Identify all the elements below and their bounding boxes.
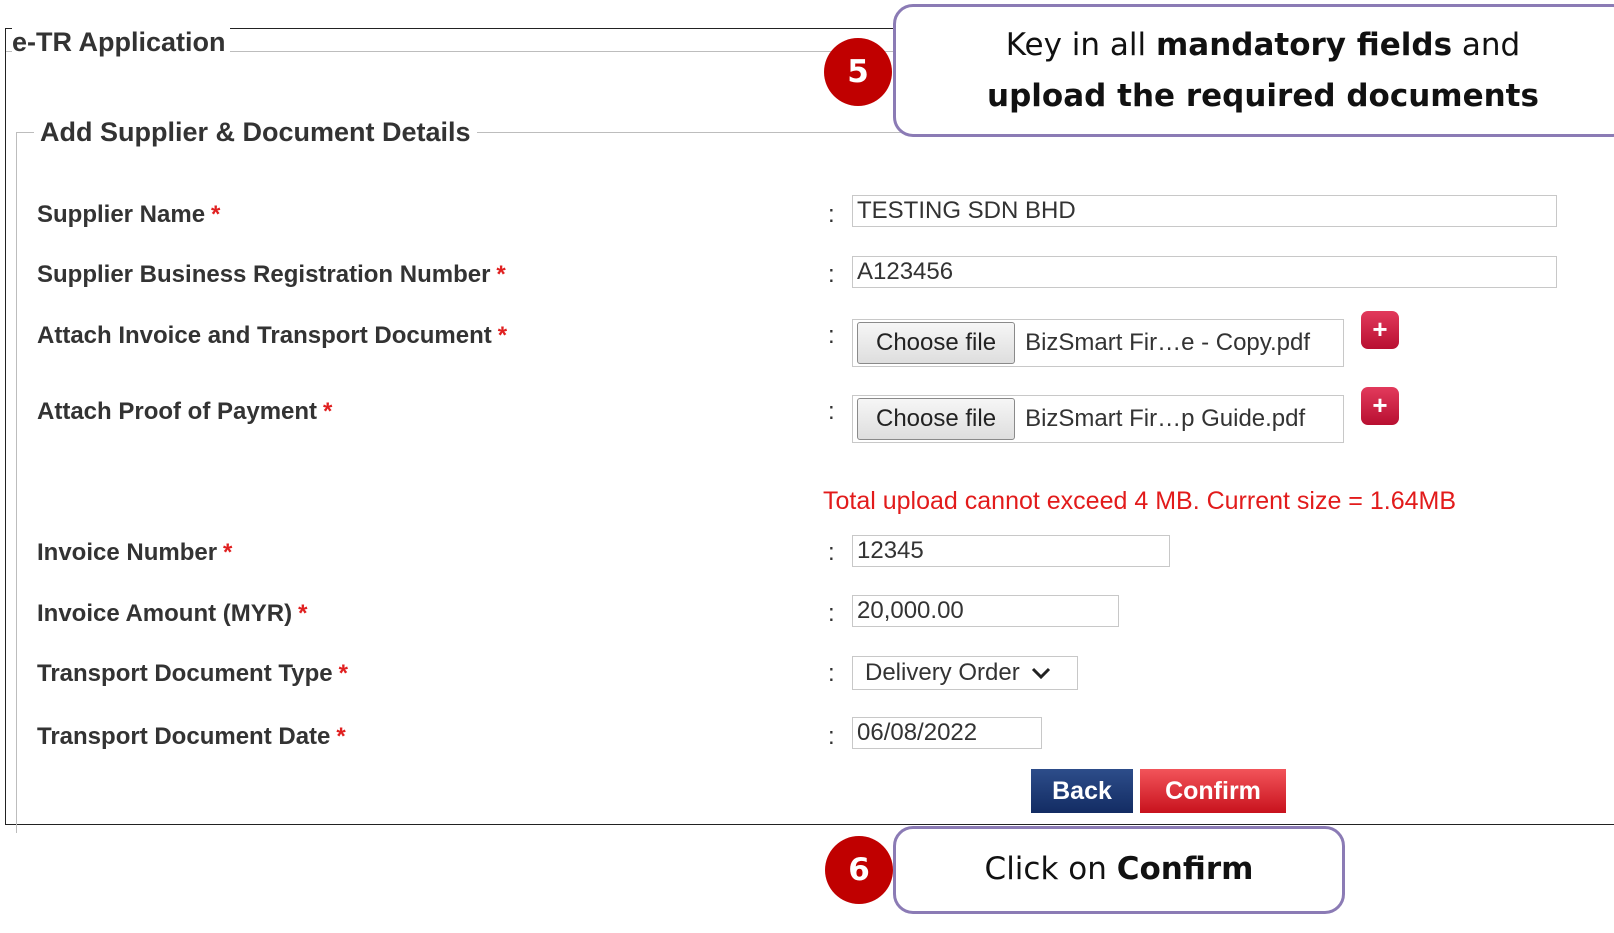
- invoice-amount-label: Invoice Amount (MYR) *: [37, 600, 308, 627]
- supplier-brn-label: Supplier Business Registration Number *: [37, 261, 506, 288]
- required-mark: *: [497, 322, 508, 349]
- required-mark: *: [496, 261, 506, 288]
- required-mark: *: [323, 398, 333, 425]
- separator: :: [828, 723, 835, 750]
- confirm-button[interactable]: Confirm: [1140, 769, 1286, 813]
- supplier-brn-input[interactable]: [852, 256, 1557, 288]
- invoice-amount-input[interactable]: [852, 595, 1119, 627]
- payment-proof-file-input[interactable]: Choose file BizSmart Fir…p Guide.pdf: [852, 395, 1344, 443]
- required-mark: *: [223, 539, 233, 566]
- plus-icon[interactable]: +: [1361, 387, 1399, 425]
- step5-callout: Key in all mandatory fields and upload t…: [893, 4, 1614, 137]
- transport-doc-date-input[interactable]: [852, 717, 1042, 749]
- step6-badge: 6: [825, 836, 893, 904]
- upload-size-warning: Total upload cannot exceed 4 MB. Current…: [823, 487, 1456, 515]
- payment-proof-label: Attach Proof of Payment *: [37, 398, 333, 425]
- required-mark: *: [298, 600, 308, 627]
- separator: :: [828, 322, 835, 349]
- separator: :: [828, 600, 835, 627]
- separator: :: [828, 539, 835, 566]
- supplier-name-label: Supplier Name *: [37, 201, 221, 228]
- step5-badge: 5: [824, 38, 892, 106]
- required-mark: *: [336, 723, 346, 750]
- selected-option: Delivery Order: [865, 659, 1020, 686]
- payment-file-name: BizSmart Fir…p Guide.pdf: [1025, 405, 1306, 432]
- invoice-document-file-input[interactable]: Choose file BizSmart Fir…e - Copy.pdf: [852, 319, 1344, 367]
- invoice-choose-file-button[interactable]: Choose file: [857, 322, 1016, 364]
- section-title: Add Supplier & Document Details: [34, 117, 477, 148]
- separator: :: [828, 660, 835, 687]
- required-mark: *: [338, 660, 348, 687]
- invoice-number-label: Invoice Number *: [37, 539, 233, 566]
- step6-callout: Click on Confirm: [893, 826, 1345, 914]
- required-mark: *: [211, 201, 221, 228]
- separator: :: [828, 398, 835, 425]
- invoice-file-name: BizSmart Fir…e - Copy.pdf: [1025, 329, 1311, 356]
- invoice-document-label: Attach Invoice and Transport Document *: [37, 322, 508, 349]
- payment-choose-file-button[interactable]: Choose file: [857, 398, 1016, 440]
- transport-doc-type-select[interactable]: Delivery Order: [852, 656, 1078, 690]
- separator: :: [828, 201, 835, 228]
- plus-icon[interactable]: +: [1361, 311, 1399, 349]
- back-button[interactable]: Back: [1031, 769, 1133, 813]
- supplier-name-input[interactable]: [852, 195, 1557, 227]
- etr-application-window: e-TR Application Add Supplier & Document…: [5, 27, 1614, 833]
- chevron-down-icon: [1030, 659, 1052, 687]
- transport-doc-type-label: Transport Document Type *: [37, 660, 348, 687]
- transport-doc-date-label: Transport Document Date *: [37, 723, 346, 750]
- window-title: e-TR Application: [12, 27, 230, 58]
- invoice-number-input[interactable]: [852, 535, 1170, 567]
- separator: :: [828, 261, 835, 288]
